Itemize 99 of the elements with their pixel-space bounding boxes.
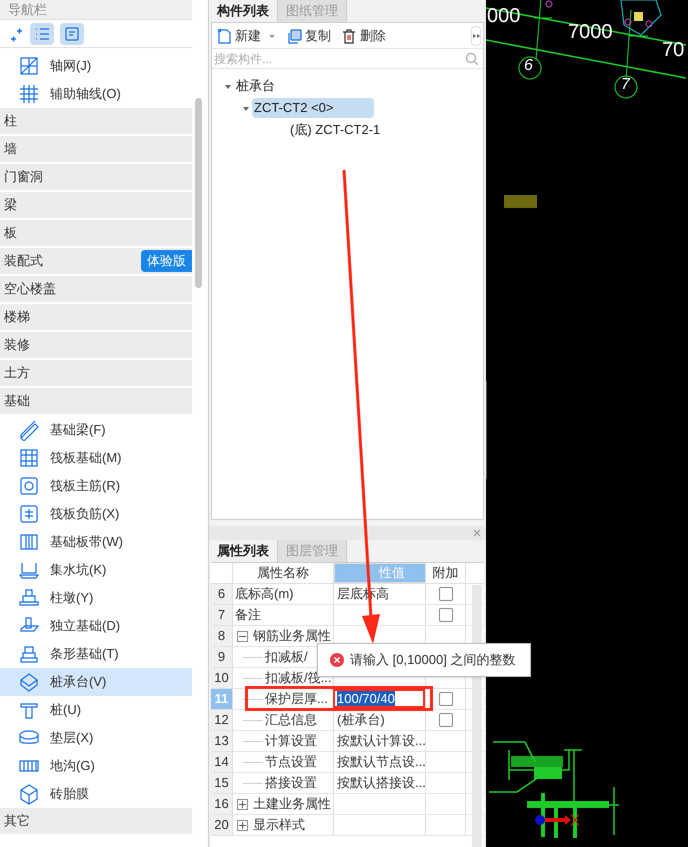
nav-item[interactable]: 垫层(X) [0,724,192,752]
row-number[interactable]: 14 [211,752,233,772]
property-value: 按默认搭接设... [337,774,425,792]
property-value: (桩承台) [337,711,385,730]
add-icon [8,26,24,42]
row-number[interactable]: 10 [211,668,233,688]
property-name: 显示样式 [253,816,305,834]
error-message: 请输入 [0,10000] 之间的整数 [350,651,516,670]
trial-badge: 体验版 [141,250,192,272]
category-header[interactable]: 基础 [4,391,30,411]
grid-icon [18,83,40,105]
property-name: 汇总信息 [265,711,317,730]
property-value: 按默认计算设... [337,732,425,750]
nav-item[interactable]: 柱墩(Y) [0,584,192,612]
chevrons-icon [472,32,480,40]
property-name: 底标高(m) [235,585,294,604]
new-file-icon [216,28,232,44]
nav-item[interactable]: 筏板主筋(R) [0,472,192,500]
nav-item[interactable]: 基础板带(W) [0,528,192,556]
nav-item[interactable]: 桩承台(V) [0,668,192,696]
nav-item[interactable]: 独立基础(D) [0,612,192,640]
property-name: 保护层厚... [265,690,328,708]
detail-view-button[interactable] [60,22,84,44]
list-view-button[interactable] [30,22,54,44]
nav-item[interactable]: 筏板基础(M) [0,444,192,472]
grid-icon [18,55,40,77]
category-header[interactable]: 墙 [4,139,17,159]
tree-item[interactable]: (底) ZCT-CT2-1 [288,120,382,140]
property-name: 计算设置 [265,732,317,750]
property-name: 扣减板/ [265,648,308,666]
category-header[interactable]: 装配式 [4,251,43,271]
nav-item[interactable]: 砖胎膜 [0,780,192,808]
list-icon [34,26,50,42]
collapse-box-icon[interactable] [237,630,248,642]
search-icon [465,52,479,66]
property-name: 钢筋业务属性 [253,627,331,646]
category-header[interactable]: 梁 [4,195,17,215]
nav-item[interactable]: 地沟(G) [0,752,192,780]
search-field[interactable]: 搜索构件... [214,50,465,68]
dimension-label: 70 [662,40,684,60]
nav-item[interactable]: 桩(U) [0,696,192,724]
nav-item[interactable]: 轴网(J) [0,52,192,80]
checkbox[interactable] [438,713,452,727]
error-icon [330,653,344,667]
dimension-label: 7000 [568,22,612,42]
panel-title: 导航栏 [8,0,47,19]
property-value: 按默认节点设... [337,753,425,772]
row-number[interactable]: 20 [211,815,233,835]
toolbar-button[interactable]: 删除 [341,26,386,46]
more-button[interactable] [471,26,481,46]
expand-box-icon[interactable] [237,820,248,830]
checkbox[interactable] [438,692,452,706]
rebar-icon [18,503,40,525]
category-header[interactable]: 板 [4,223,17,243]
category-header[interactable]: 土方 [4,363,30,383]
nav-item[interactable]: 条形基础(T) [0,640,192,668]
category-header[interactable]: 装修 [4,335,30,355]
row-number[interactable]: 8 [211,626,233,646]
property-name: 节点设置 [265,753,317,772]
scrollbar-thumb[interactable] [195,98,202,288]
column-header[interactable]: 附加 [426,563,466,583]
category-header[interactable]: 楼梯 [4,307,30,327]
row-number[interactable]: 12 [211,710,233,730]
dimension-label: 000 [487,6,520,26]
axis-label: 7 [621,77,630,93]
row-number[interactable]: 7 [211,605,233,625]
axis-label: 6 [524,58,533,74]
copy-icon [286,28,302,44]
property-name: 搭接设置 [265,774,317,792]
category-header[interactable]: 其它 [4,811,30,831]
form-icon [64,26,80,42]
rebar-icon [18,475,40,497]
category-header[interactable]: 门窗洞 [4,167,43,187]
row-number[interactable]: 13 [211,731,233,751]
row-number[interactable]: 6 [211,584,233,604]
beam-icon [18,419,40,441]
category-header[interactable]: 柱 [4,111,17,131]
nav-item[interactable]: 筏板负筋(X) [0,500,192,528]
tree-item[interactable]: 桩承台 [234,76,277,96]
toolbar-button[interactable]: 新建 [216,26,276,46]
grid-icon [18,447,40,469]
cad-block [504,195,537,208]
cap-icon [18,671,40,693]
nav-item[interactable]: 辅助轴线(O) [0,80,192,108]
close-icon [472,528,482,538]
row-number[interactable]: 16 [211,794,233,814]
cube-icon [18,783,40,805]
checkbox[interactable] [438,608,452,622]
property-name: 备注 [235,606,261,624]
row-number[interactable]: 9 [211,647,233,667]
nav-item[interactable]: 基础梁(F) [0,416,192,444]
row-number[interactable]: 15 [211,773,233,793]
tree-item[interactable]: ZCT-CT2 <0> [252,98,374,118]
expand-box-icon[interactable] [237,798,248,810]
toolbar-button[interactable]: 复制 [286,26,331,46]
trash-icon [341,28,357,44]
nav-item[interactable]: 集水坑(K) [0,556,192,584]
checkbox[interactable] [438,587,452,601]
property-name: 土建业务属性 [253,795,331,814]
